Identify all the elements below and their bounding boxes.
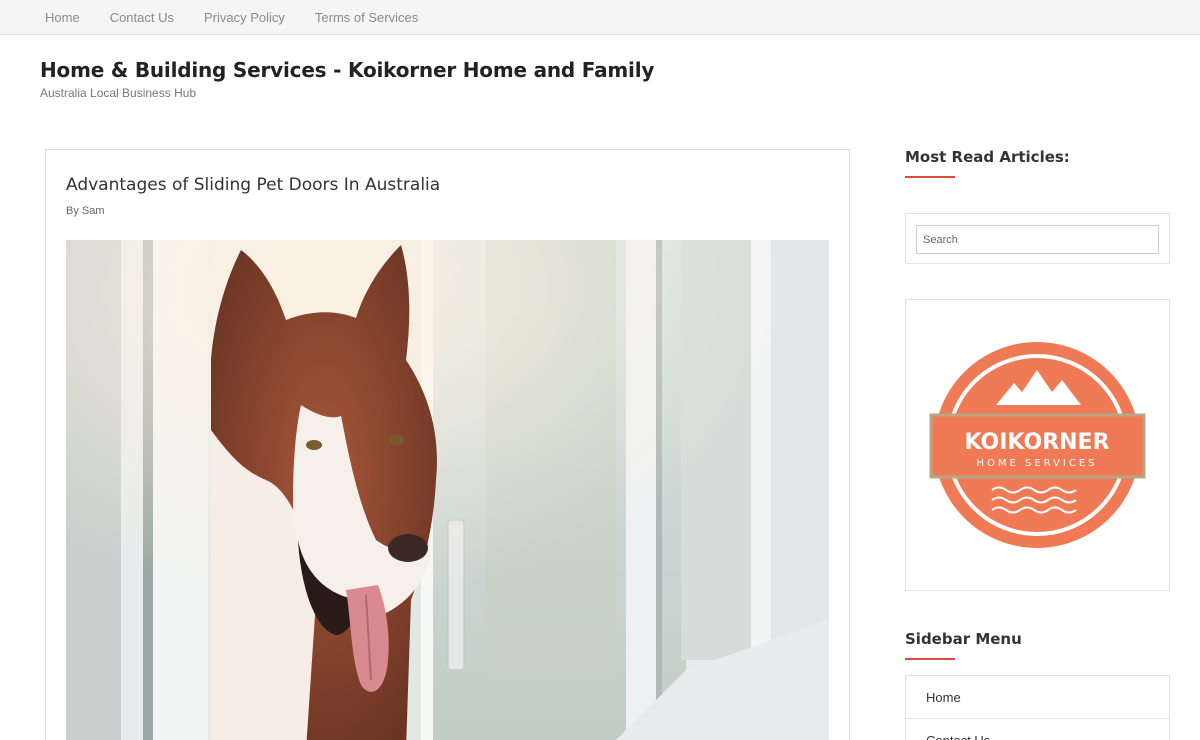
sidebar-menu-item-contact-us[interactable]: Contact Us [906,719,1169,740]
sidebar-menu-item-home[interactable]: Home [906,676,1169,719]
nav-item-terms-of-services[interactable]: Terms of Services [300,10,433,25]
sidebar-menu-heading: Sidebar Menu [905,630,1022,648]
most-read-heading: Most Read Articles: [905,148,1070,166]
top-nav-list: Home Contact Us Privacy Policy Terms of … [0,0,1200,34]
dog-figure [211,245,437,740]
most-read-underline [905,176,955,178]
search-widget [905,213,1170,264]
logo-tagline-text: HOME SERVICES [976,458,1097,469]
top-navigation: Home Contact Us Privacy Policy Terms of … [0,0,1200,35]
article-card: Advantages of Sliding Pet Doors In Austr… [45,149,850,740]
sidebar-menu-underline [905,658,955,660]
nav-item-privacy-policy[interactable]: Privacy Policy [189,10,300,25]
logo-widget: KOIKORNER HOME SERVICES [905,299,1170,591]
search-input[interactable] [916,225,1159,254]
site-title[interactable]: Home & Building Services - Koikorner Hom… [40,58,654,82]
nav-item-contact-us[interactable]: Contact Us [95,10,189,25]
sidebar-menu: Home Contact Us [905,675,1170,740]
featured-image[interactable] [66,240,829,740]
article-title[interactable]: Advantages of Sliding Pet Doors In Austr… [66,175,440,195]
dog-at-sliding-door-photo [66,240,829,740]
site-branding: Home & Building Services - Koikorner Hom… [40,58,654,100]
koikorner-logo[interactable]: KOIKORNER HOME SERVICES [906,300,1169,590]
logo-name-text: KOIKORNER [964,430,1109,455]
nav-item-home[interactable]: Home [30,10,95,25]
site-description: Australia Local Business Hub [40,86,197,100]
article-byline: By Sam [66,205,105,217]
